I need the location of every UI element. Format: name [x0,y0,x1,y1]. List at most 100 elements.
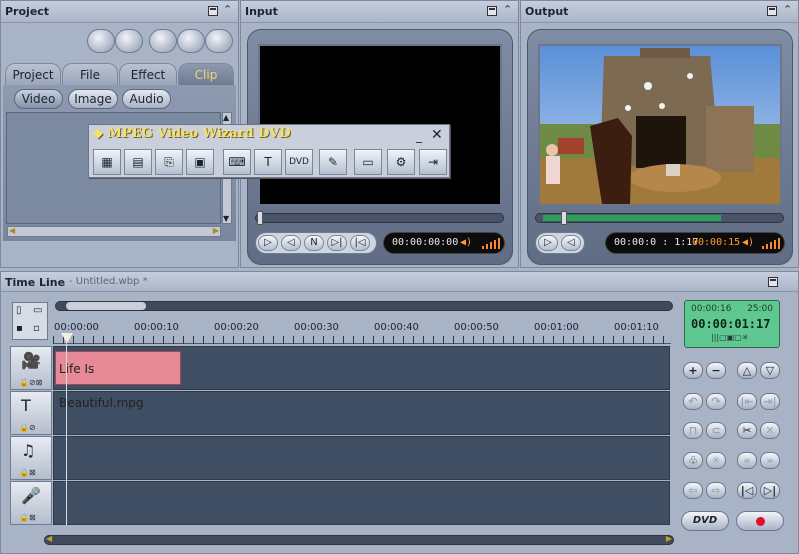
maximize-button[interactable] [487,6,497,16]
microphone-icon: 🎤 [21,486,41,505]
project-title: Project [5,5,50,18]
mark-in-button[interactable]: |⇤ [737,393,757,410]
text-track[interactable] [53,391,670,435]
timeline-zoom-slider[interactable] [55,301,673,311]
tab-effect[interactable]: Effect [119,63,177,85]
input-title-bar: Input ⌃ [241,1,518,23]
new-file-icon[interactable]: ▯ [16,305,22,316]
ruler-ticks [53,336,671,344]
step-back-button[interactable]: ◁ [561,235,581,251]
lock-icon[interactable]: 🔒⊠ [19,513,36,522]
timeline-filename: - Untitled.wbp * [69,276,148,287]
split-button[interactable]: ✂ [737,422,757,439]
add-track-button[interactable]: + [683,362,703,379]
maximize-button[interactable] [767,6,777,16]
redo-button[interactable]: ↷ [706,393,726,410]
dvd-burn-button[interactable]: DVD [681,511,729,531]
step-back-button[interactable]: ◁ [281,235,301,251]
go-start-button[interactable]: |◁ [737,482,757,499]
record-button[interactable] [736,511,784,531]
delete-button[interactable]: ✕ [760,422,780,439]
close-icon[interactable]: ✕ [431,127,443,143]
grid-view-button[interactable] [205,29,233,53]
chevron-up-icon[interactable]: ⌃ [503,3,512,16]
voice-track-header[interactable]: 🎤 🔒⊠ [10,481,52,525]
tools-menu-button[interactable]: ⚙ [387,149,415,175]
maximize-button[interactable] [768,277,778,287]
input-seek-thumb[interactable] [257,211,263,225]
dvd-button[interactable]: DVD [285,149,313,175]
ruler-label: 00:00:20 [214,322,259,333]
filter-video-button[interactable]: Video [14,89,63,109]
save-frame-button[interactable]: ▣ [186,149,214,175]
clip-block[interactable]: Life Is Beautiful.mpg [55,351,181,410]
minimize-icon[interactable]: _ [416,129,422,143]
remove-track-button[interactable]: − [706,362,726,379]
save-as-icon[interactable]: ▫ [33,323,40,334]
music-track[interactable] [53,436,670,480]
clapper-button[interactable]: ▦ [93,149,121,175]
timeline-scrollbar[interactable]: ◀ ▶ [44,534,674,545]
mark-out-button[interactable]: ⇥| [760,393,780,410]
maximize-button[interactable] [208,6,218,16]
record-icon [755,516,765,526]
exit-button[interactable]: ⇥ [419,149,447,175]
rewind-button[interactable]: « [737,452,757,469]
input-timecode: 00:00:00:00 ◀) [383,232,505,254]
import-button[interactable] [87,29,115,53]
voice-track[interactable] [53,481,670,525]
next-button[interactable]: ⇨ [706,482,726,499]
filter-audio-button[interactable]: Audio [122,89,171,109]
play-button[interactable]: ▷ [258,235,278,251]
loop-button[interactable]: ⊂ [706,422,726,439]
save-file-icon[interactable]: ▪ [16,323,23,334]
chevron-up-icon[interactable]: ⌃ [223,3,232,16]
lock-icon[interactable]: 🔒⊠ [19,468,36,477]
lock-button[interactable]: ⊓ [683,422,703,439]
open-file-icon[interactable]: ▭ [33,305,42,316]
volume-icon[interactable]: ◀) [742,233,754,253]
move-up-button[interactable]: △ [737,362,757,379]
filter-image-button[interactable]: Image [68,89,118,109]
text-icon: T [21,396,31,415]
tab-clip[interactable]: Clip [178,63,234,85]
music-icon: ♫ [21,441,36,460]
ruler-label: 00:00:00 [54,322,99,333]
timeline-title: Time Line [5,276,66,289]
view-mode-button[interactable] [149,29,177,53]
timeline-file-buttons: ▯ ▭ ▪ ▫ [12,302,48,340]
video-camera-icon: 🎥 [21,351,41,370]
export-button[interactable]: ⎘ [155,149,183,175]
lock-icon[interactable]: 🔒⊘ [19,423,36,432]
timeline-zoom-thumb[interactable] [66,302,146,310]
tree-view-button[interactable] [177,29,205,53]
text-track-header[interactable]: T 🔒⊘ [10,391,52,435]
text-button[interactable]: T [254,149,282,175]
undo-button[interactable]: ↶ [683,393,703,410]
next-frame-button[interactable]: ▷| [327,235,347,251]
go-end-button[interactable]: ▷| [760,482,780,499]
prev-frame-button[interactable]: |◁ [350,235,370,251]
back-button[interactable]: ⇦ [683,482,703,499]
volume-icon[interactable]: ◀) [460,233,472,253]
transition-button[interactable]: ✳ [706,452,726,469]
edit-button[interactable] [115,29,143,53]
settings-menu-button[interactable]: ▭ [354,149,382,175]
normal-button[interactable]: N [304,235,324,251]
keyboard-button[interactable]: ⌨ [223,149,251,175]
forward-button[interactable]: » [760,452,780,469]
effect-button[interactable]: ♧ [683,452,703,469]
video-track-header[interactable]: 🎥 🔒⊘⊠ [10,346,52,390]
horizontal-scrollbar[interactable]: ◀ ▶ [7,226,221,237]
move-down-button[interactable]: ▽ [760,362,780,379]
chevron-up-icon[interactable]: ⌃ [783,3,792,16]
tab-project[interactable]: Project [5,63,61,85]
filmstrip-button[interactable]: ▤ [124,149,152,175]
output-seek-thumb[interactable] [561,211,567,225]
play-button[interactable]: ▷ [538,235,558,251]
edit-menu-button[interactable]: ✎ [319,149,347,175]
lock-icon[interactable]: 🔒⊘⊠ [19,378,42,387]
tab-file[interactable]: File [62,63,118,85]
input-seek-slider[interactable] [255,213,504,223]
music-track-header[interactable]: ♫ 🔒⊠ [10,436,52,480]
